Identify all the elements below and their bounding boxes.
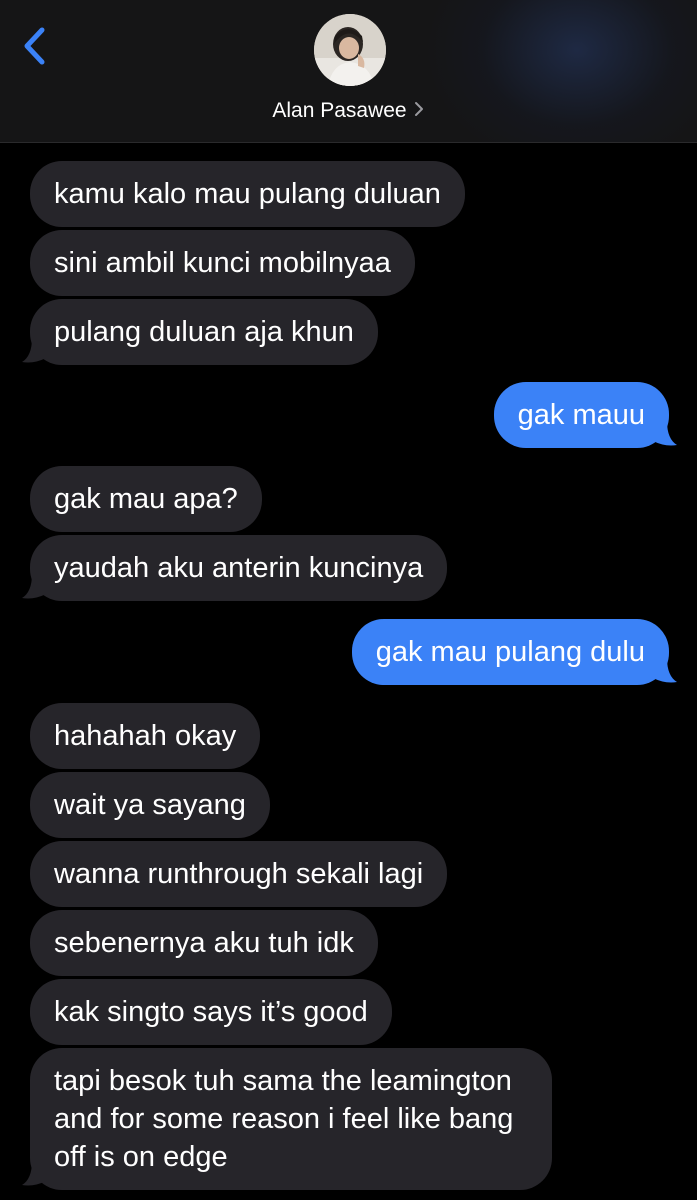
message-bubble-incoming[interactable]: wanna runthrough sekali lagi [30,841,448,907]
message-bubble-incoming[interactable]: wait ya sayang [30,772,270,838]
bubble-tail-outgoing [653,421,677,446]
back-button[interactable] [18,24,58,70]
message-bubble-incoming[interactable]: hahahah okay [30,703,261,769]
contact-photo [314,14,386,86]
message-bubble-incoming[interactable]: sebenernya aku tuh idk [30,910,378,976]
conversation-header: Alan Pasawee [0,0,697,143]
contact-name: Alan Pasawee [272,99,407,122]
message-bubble-incoming[interactable]: yaudah aku anterin kuncinya [30,535,448,601]
message-bubble-incoming[interactable]: kamu kalo mau pulang duluan [30,161,465,227]
message-bubble-incoming[interactable]: pulang duluan aja khun [30,299,378,365]
chevron-left-icon [24,27,45,65]
chevron-right-icon [413,97,425,127]
message-bubble-outgoing[interactable]: gak mau pulang dulu [351,619,669,685]
contact-name-row[interactable]: Alan Pasawee [0,96,697,127]
message-bubble-incoming[interactable]: gak mau apa? [30,466,262,532]
message-bubble-outgoing[interactable]: gak mauu [493,382,669,448]
message-bubble-incoming[interactable]: tapi besok tuh sama the leamington and f… [30,1048,552,1190]
bubble-tail-incoming [22,574,46,599]
message-bubble-incoming[interactable]: kak singto says it’s good [30,979,392,1045]
bubble-tail-outgoing [653,658,677,683]
message-thread[interactable]: kamu kalo mau pulang duluan sini ambil k… [0,142,697,1200]
avatar[interactable] [314,14,386,86]
bubble-tail-incoming [22,338,46,363]
message-bubble-incoming[interactable]: sini ambil kunci mobilnyaa [30,230,415,296]
bubble-tail-incoming [22,1161,46,1186]
